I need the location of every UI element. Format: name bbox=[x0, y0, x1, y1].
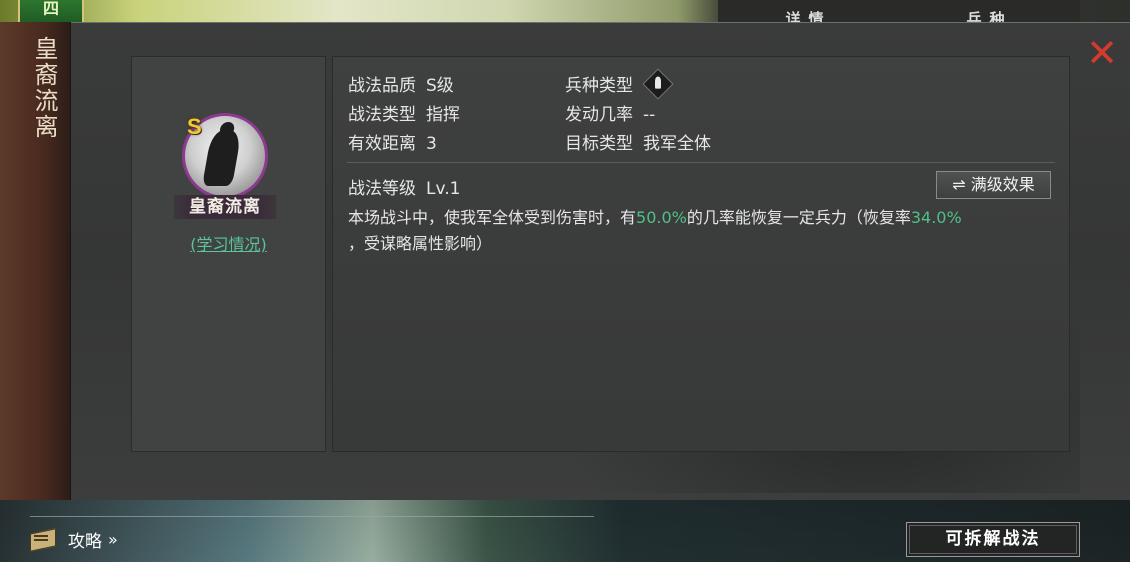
attr-quality: 战法品质 S级 bbox=[348, 71, 454, 96]
banner-title: 皇裔流离 bbox=[30, 36, 58, 140]
close-icon[interactable]: ✕ bbox=[1085, 34, 1119, 72]
troop-type-icon bbox=[642, 68, 674, 100]
dismantle-skill-button[interactable]: 可拆解战法 bbox=[906, 522, 1080, 557]
attr-level: 战法等级 Lv.1 bbox=[348, 174, 460, 199]
attr-type-label: 战法类型 bbox=[348, 105, 416, 125]
guide-label: 攻略 bbox=[68, 531, 102, 552]
max-effect-button[interactable]: ⇌ 满级效果 bbox=[936, 171, 1051, 199]
desc-rate1: 50.0% bbox=[636, 208, 687, 227]
divider bbox=[347, 162, 1055, 163]
chevron-right-icon: » bbox=[108, 529, 118, 549]
skill-name-plate: 皇裔流离 bbox=[174, 195, 276, 219]
attr-type: 战法类型 指挥 bbox=[348, 100, 460, 125]
study-status-link[interactable]: (学习情况) bbox=[132, 231, 325, 255]
attr-range-value: 3 bbox=[426, 134, 437, 154]
title-banner: 皇裔流离 bbox=[0, 22, 71, 500]
grade-badge: S bbox=[187, 114, 202, 139]
attr-target-label: 目标类型 bbox=[565, 134, 633, 154]
attr-quality-value: S级 bbox=[426, 76, 454, 96]
attr-range: 有效距离 3 bbox=[348, 129, 437, 154]
attr-troop-label: 兵种类型 bbox=[565, 76, 633, 96]
attr-level-label: 战法等级 bbox=[348, 179, 416, 199]
attr-level-value: Lv.1 bbox=[426, 179, 461, 199]
attr-quality-label: 战法品质 bbox=[348, 76, 416, 96]
attr-target-value: 我军全体 bbox=[643, 134, 711, 154]
attr-target: 目标类型 我军全体 bbox=[565, 129, 711, 154]
attr-trigger-value: -- bbox=[643, 105, 656, 125]
bottom-divider bbox=[30, 516, 594, 517]
desc-rate2: 34.0% bbox=[910, 208, 962, 227]
desc-part2: 的几率能恢复一定兵力（恢复率 bbox=[686, 208, 911, 227]
desc-part3: ，受谋略属性影响） bbox=[348, 234, 493, 253]
warrior-figure-icon bbox=[202, 130, 242, 186]
guide-button[interactable]: 攻略 » bbox=[28, 524, 118, 554]
attr-trigger: 发动几率 -- bbox=[565, 100, 655, 125]
skill-card-panel: S 皇裔流离 (学习情况) bbox=[131, 56, 326, 452]
attr-trigger-label: 发动几率 bbox=[565, 105, 633, 125]
book-icon bbox=[28, 527, 56, 551]
attr-range-label: 有效距离 bbox=[348, 134, 416, 154]
skill-info-panel: 战法品质 S级 兵种类型 战法类型 指挥 发动几率 -- 有效距离 3 目标类型 我军全体… bbox=[332, 56, 1070, 452]
attr-troop: 兵种类型 bbox=[565, 68, 674, 100]
skill-description: 本场战斗中，使我军全体受到伤害时，有50.0%的几率能恢复一定兵力（恢复率34.… bbox=[348, 205, 1054, 257]
desc-part1: 本场战斗中，使我军全体受到伤害时，有 bbox=[348, 208, 637, 227]
attr-type-value: 指挥 bbox=[426, 105, 460, 125]
